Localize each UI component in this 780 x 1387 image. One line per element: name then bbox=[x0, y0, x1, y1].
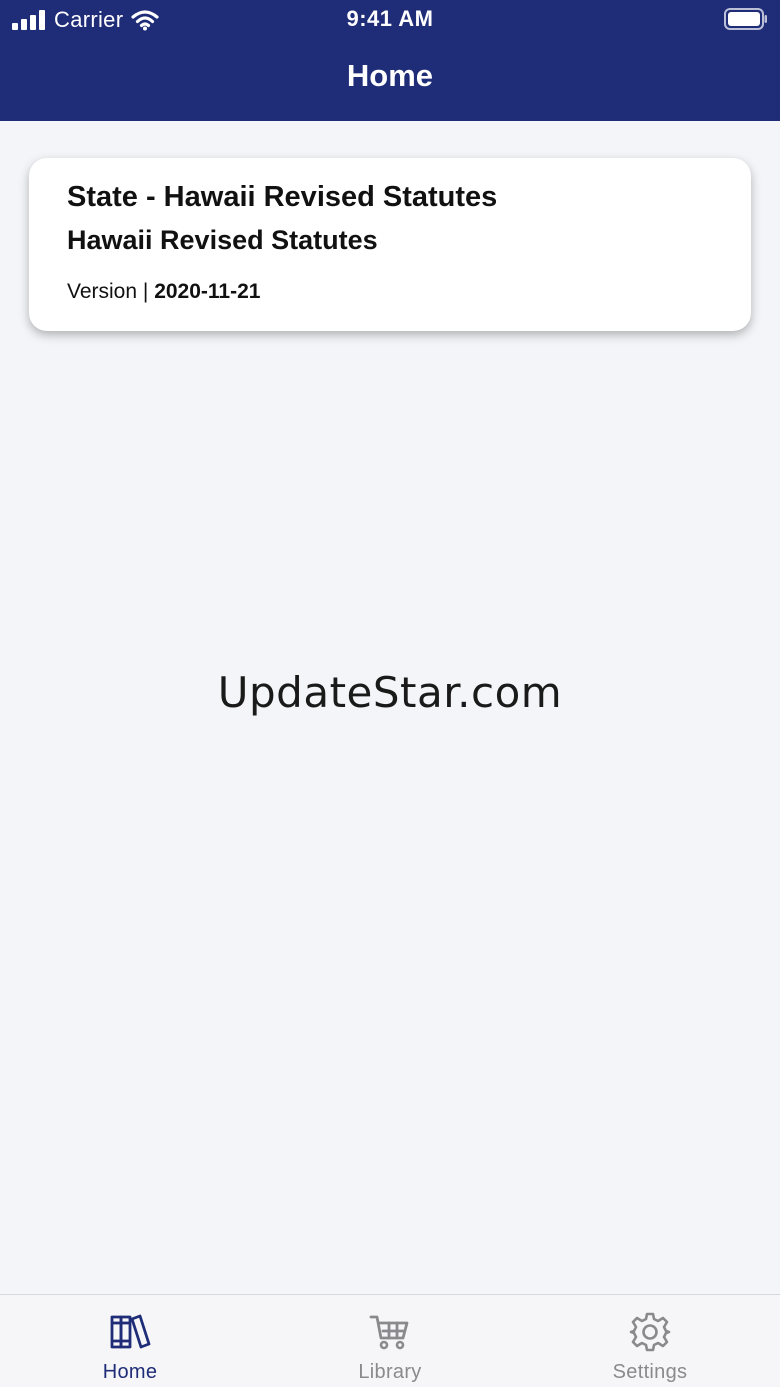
watermark: UpdateStar.com bbox=[217, 668, 563, 717]
version-date: 2020-11-21 bbox=[154, 280, 261, 303]
header: Carrier 9:41 AM Home bbox=[0, 0, 780, 121]
statute-card[interactable]: State - Hawaii Revised Statutes Hawaii R… bbox=[29, 158, 751, 331]
tab-library-label: Library bbox=[358, 1361, 422, 1383]
battery-icon bbox=[724, 8, 767, 30]
page-title: Home bbox=[346, 58, 434, 93]
gear-icon bbox=[629, 1312, 671, 1352]
status-bar: Carrier 9:41 AM bbox=[0, 0, 780, 40]
card-version: Version | 2020-11-21 bbox=[67, 279, 713, 305]
tab-home-label: Home bbox=[102, 1361, 158, 1383]
cart-icon bbox=[369, 1315, 409, 1350]
books-icon bbox=[110, 1314, 151, 1349]
tab-home[interactable]: Home bbox=[0, 1295, 260, 1387]
card-title: State - Hawaii Revised Statutes bbox=[67, 181, 498, 213]
tab-library[interactable]: Library bbox=[260, 1295, 520, 1387]
tab-settings-label: Settings bbox=[612, 1361, 688, 1383]
tab-bar: Home Library Settings bbox=[0, 1294, 780, 1387]
status-time: 9:41 AM bbox=[346, 6, 434, 31]
version-label: Version | bbox=[67, 280, 149, 303]
card-subtitle: Hawaii Revised Statutes bbox=[67, 225, 378, 255]
tab-settings[interactable]: Settings bbox=[520, 1295, 780, 1387]
